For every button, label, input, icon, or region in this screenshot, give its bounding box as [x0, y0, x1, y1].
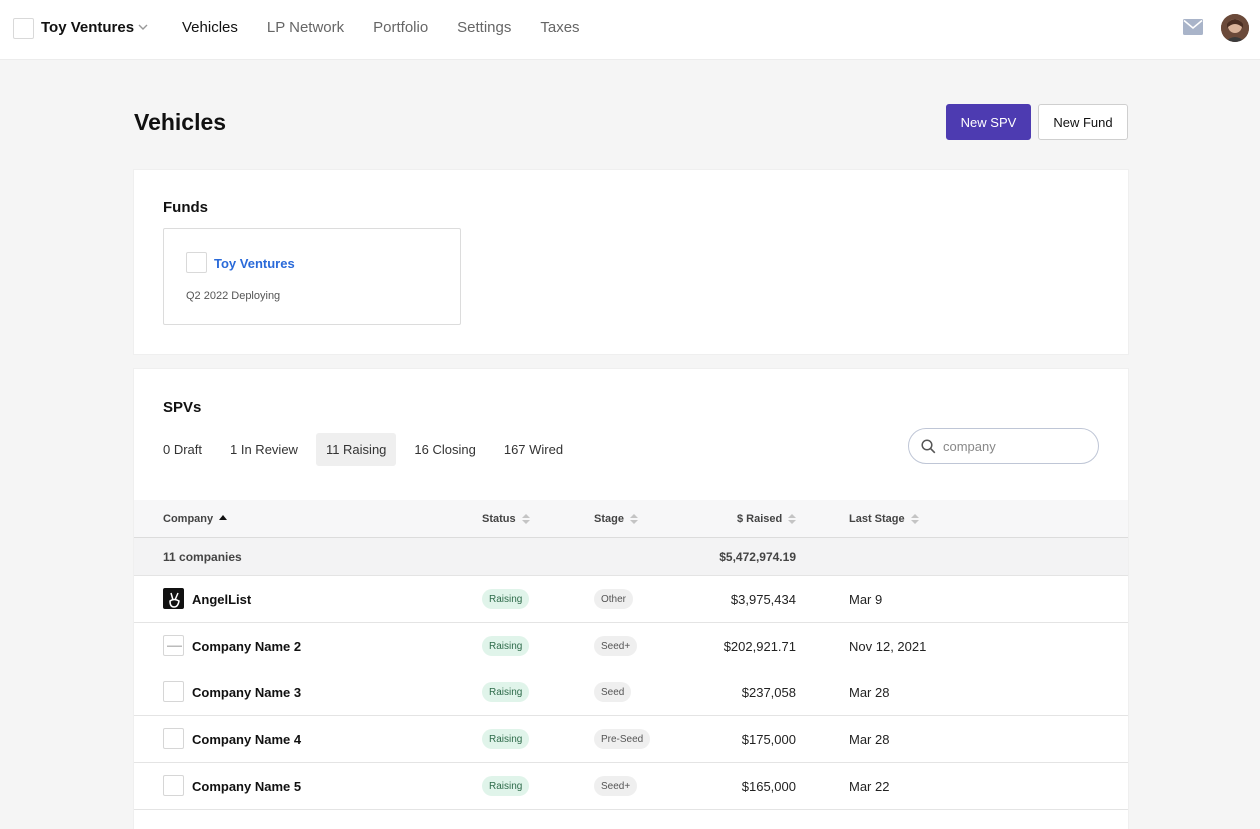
mail-icon[interactable] [1183, 19, 1203, 35]
fund-logo [186, 252, 207, 273]
company-logo [163, 635, 184, 656]
company-logo [163, 681, 184, 702]
company-name[interactable]: Company Name 5 [192, 779, 301, 794]
search-icon [921, 439, 936, 454]
table-header: Company Status Stage $ Raised Last Stage [134, 500, 1128, 538]
col-company[interactable]: Company [163, 513, 228, 525]
table-row[interactable]: Company Name 3 Raising Seed $237,058 Mar… [134, 669, 1128, 716]
table-row[interactable]: AngelList Raising Other $3,975,434 Mar 9 [134, 576, 1128, 623]
col-company-label: Company [163, 513, 214, 525]
last-stage-date: Mar 28 [849, 732, 890, 747]
tab-wired[interactable]: 167 Wired [504, 433, 563, 466]
spvs-card: SPVs 0 Draft 1 In Review 11 Raising 16 C… [134, 369, 1128, 829]
last-stage-date: Mar 9 [849, 592, 883, 607]
org-logo[interactable] [13, 18, 34, 39]
nav-item-settings[interactable]: Settings [457, 19, 511, 36]
avatar[interactable] [1221, 14, 1249, 42]
stage-badge: Seed [594, 682, 632, 702]
table-row[interactable]: Company Name 4 Raising Pre-Seed $175,000… [134, 716, 1128, 763]
top-nav: Toy Ventures Vehicles LP Network Portfol… [0, 0, 1260, 60]
stage-badge: Seed+ [594, 776, 638, 796]
stage-badge: Other [594, 589, 634, 609]
main-nav: Vehicles LP Network Portfolio Settings T… [182, 19, 609, 36]
raised-amount: $202,921.71 [723, 639, 796, 654]
raised-amount: $237,058 [741, 685, 796, 700]
search-input[interactable] [943, 437, 1083, 455]
company-name[interactable]: Company Name 4 [192, 732, 301, 747]
company-name[interactable]: Company Name 3 [192, 685, 301, 700]
new-fund-button[interactable]: New Fund [1038, 104, 1128, 140]
sort-icon [910, 514, 919, 524]
col-raised[interactable]: $ Raised [737, 513, 797, 525]
table-row[interactable]: Company Name 5 Raising Seed+ $165,000 Ma… [134, 763, 1128, 810]
fund-subtitle: Q2 2022 Deploying [186, 290, 281, 302]
org-name[interactable]: Toy Ventures [41, 19, 134, 36]
col-stage[interactable]: Stage [594, 513, 638, 525]
raised-amount: $165,000 [741, 779, 796, 794]
stage-badge: Pre-Seed [594, 729, 651, 749]
last-stage-date: Mar 28 [849, 685, 890, 700]
tab-raising[interactable]: 11 Raising [315, 433, 397, 466]
col-status[interactable]: Status [482, 513, 530, 525]
stage-badge: Seed+ [594, 636, 638, 656]
company-name[interactable]: AngelList [192, 592, 251, 607]
col-status-label: Status [482, 513, 516, 525]
nav-item-taxes[interactable]: Taxes [540, 19, 579, 36]
new-spv-button[interactable]: New SPV [946, 104, 1031, 140]
status-badge: Raising [482, 682, 530, 702]
nav-item-portfolio[interactable]: Portfolio [373, 19, 428, 36]
last-stage-date: Nov 12, 2021 [849, 639, 927, 654]
raised-amount: $175,000 [741, 732, 796, 747]
spv-status-tabs: 0 Draft 1 In Review 11 Raising 16 Closin… [163, 433, 591, 466]
tab-closing[interactable]: 16 Closing [414, 433, 475, 466]
sort-ascending-icon [219, 515, 228, 520]
fund-name-link[interactable]: Toy Ventures [214, 256, 295, 271]
summary-row: 11 companies $5,472,974.19 [134, 538, 1128, 576]
tab-in-review[interactable]: 1 In Review [230, 433, 298, 466]
company-logo [163, 775, 184, 796]
funds-title: Funds [163, 199, 208, 216]
last-stage-date: Mar 22 [849, 779, 890, 794]
col-last-stage-label: Last Stage [849, 513, 905, 525]
col-raised-label: $ Raised [737, 513, 783, 525]
raised-amount: $3,975,434 [730, 592, 796, 607]
table-row[interactable]: Company Name 2 Raising Seed+ $202,921.71… [134, 623, 1128, 670]
total-raised: $5,472,974.19 [719, 550, 796, 564]
search-box[interactable] [908, 428, 1099, 464]
funds-card: Funds Toy Ventures Q2 2022 Deploying [134, 170, 1128, 354]
company-name[interactable]: Company Name 2 [192, 639, 301, 654]
col-last-stage[interactable]: Last Stage [849, 513, 919, 525]
chevron-down-icon[interactable] [137, 21, 149, 33]
company-logo [163, 588, 184, 609]
sort-icon [629, 514, 638, 524]
company-logo [163, 728, 184, 749]
nav-item-lp-network[interactable]: LP Network [267, 19, 344, 36]
spvs-title: SPVs [163, 399, 202, 416]
fund-tile[interactable]: Toy Ventures Q2 2022 Deploying [163, 228, 461, 325]
nav-item-vehicles[interactable]: Vehicles [182, 19, 238, 36]
tab-draft[interactable]: 0 Draft [163, 433, 202, 466]
status-badge: Raising [482, 636, 530, 656]
page-title: Vehicles [134, 109, 227, 135]
status-badge: Raising [482, 729, 530, 749]
col-stage-label: Stage [594, 513, 624, 525]
status-badge: Raising [482, 589, 530, 609]
sort-icon [788, 514, 797, 524]
sort-icon [521, 514, 530, 524]
status-badge: Raising [482, 776, 530, 796]
company-count: 11 companies [163, 550, 242, 564]
